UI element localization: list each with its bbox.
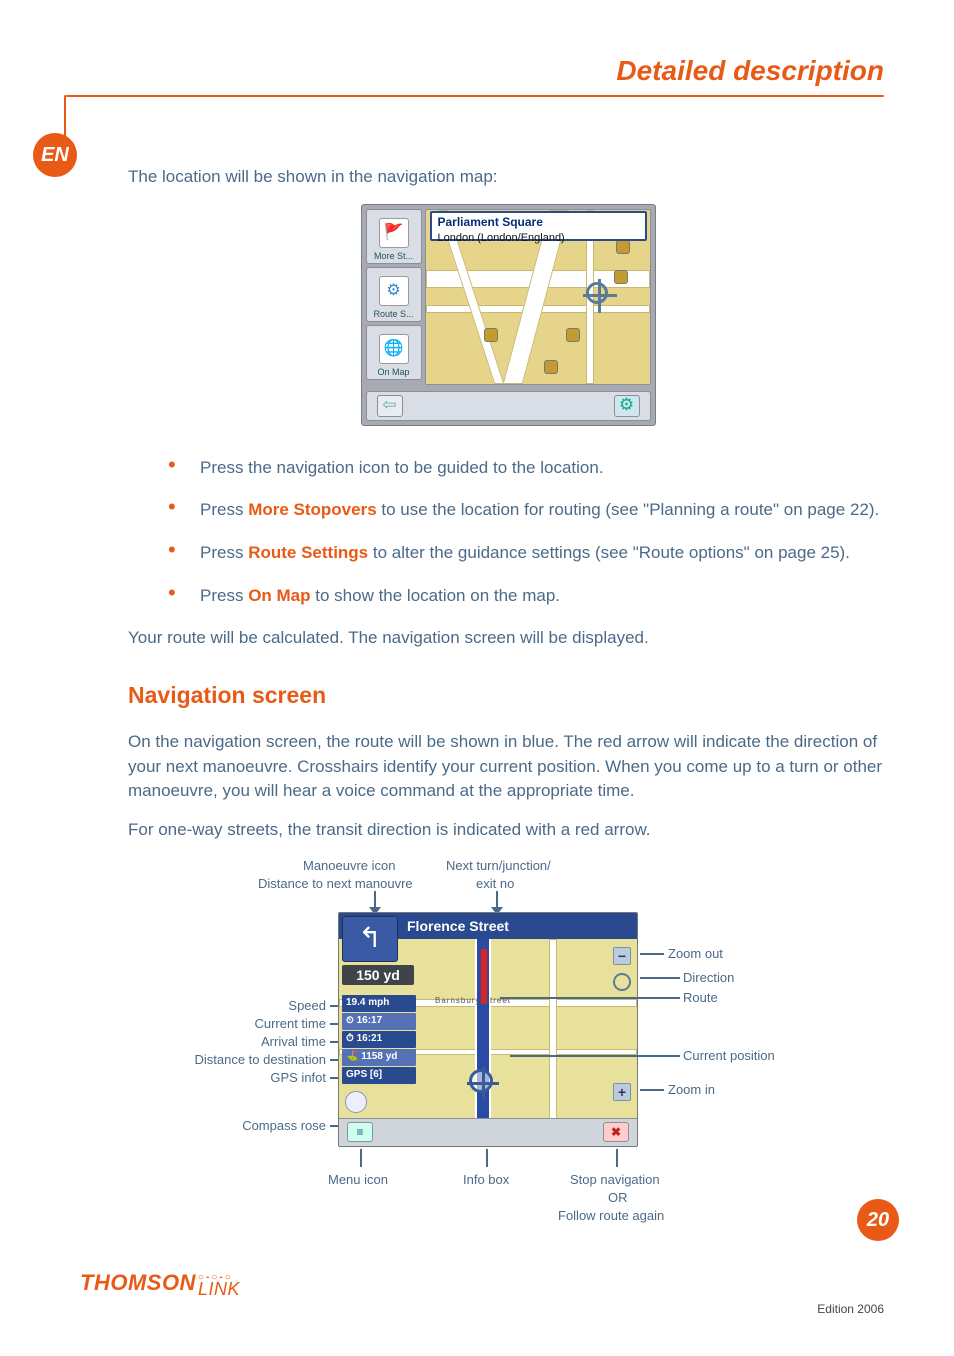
brand-main: THOMSON [80, 1270, 196, 1296]
instruction-list: Press the navigation icon to be guided t… [168, 456, 888, 609]
distance-to-next: 150 yd [342, 965, 414, 985]
menu-icon: ≡ [356, 1124, 363, 1141]
callout-zoom-out: Zoom out [668, 945, 723, 964]
callout-zoom-in: Zoom in [668, 1081, 715, 1100]
list-text: Press [200, 500, 248, 519]
turn-left-icon: ↰ [358, 918, 381, 959]
address-subtitle: London (London/England) [438, 231, 639, 247]
crosshair-icon [586, 282, 608, 304]
top-street-text: Florence Street [407, 916, 509, 936]
plus-icon: + [618, 1082, 626, 1102]
language-badge: EN [33, 133, 77, 177]
nav-para-2: For one-way streets, the transit directi… [128, 818, 888, 843]
after-bullets-paragraph: Your route will be calculated. The navig… [128, 626, 888, 651]
list-item: Press More Stopovers to use the location… [168, 498, 888, 523]
info-gps: GPS [6] [342, 1067, 416, 1084]
list-item: Press On Map to show the location on the… [168, 584, 888, 609]
globe-icon: 🌐 [379, 334, 409, 364]
info-distance-dest: ⛳ 1158 yd [342, 1049, 416, 1066]
callout-menu-icon: Menu icon [328, 1171, 388, 1190]
list-text: Press [200, 586, 248, 605]
close-icon: ✖ [611, 1124, 621, 1141]
header-rule [66, 95, 884, 97]
minus-icon: − [618, 946, 626, 966]
current-position-crosshair-icon [469, 1069, 493, 1093]
device-map-screenshot: 🚩 More St... ⚙ Route S... 🌐 On Map Parliame… [361, 204, 656, 426]
list-item: Press the navigation icon to be guided t… [168, 456, 888, 481]
brand-logo: THOMSON ○-○-○ LINK [80, 1270, 240, 1296]
zoom-in-button[interactable]: + [613, 1083, 631, 1101]
manoeuvre-icon: ↰ [342, 916, 398, 962]
list-item: Press Route Settings to alter the guidan… [168, 541, 888, 566]
callout-direction: Direction [683, 969, 734, 988]
back-button[interactable]: ⇦ [377, 395, 403, 417]
callout-gps-info: GPS infot [261, 1069, 326, 1088]
poi-icon [614, 270, 628, 284]
list-text: Press [200, 543, 248, 562]
poi-icon [544, 360, 558, 374]
address-title: Parliament Square [438, 214, 639, 231]
poi-icon [566, 328, 580, 342]
tile-label: More St... [374, 250, 413, 263]
list-emphasis: Route Settings [248, 543, 368, 562]
tile-label: Route S... [373, 308, 413, 321]
options-button[interactable]: ⚙ [614, 395, 640, 417]
gear-flag-icon: ⚙ [379, 276, 409, 306]
list-emphasis: More Stopovers [248, 500, 376, 519]
callout-route: Route [683, 989, 718, 1008]
callout-current-time: Current time [231, 1015, 326, 1034]
list-emphasis: On Map [248, 586, 310, 605]
info-arrival-time: ⏱ 16:21 [342, 1031, 416, 1048]
menu-button[interactable]: ≡ [347, 1122, 373, 1142]
zoom-out-button[interactable]: − [613, 947, 631, 965]
callout-current-position: Current position [683, 1047, 775, 1066]
info-current-time: ⏲ 16:17 [342, 1013, 416, 1030]
intro-paragraph: The location will be shown in the naviga… [128, 165, 888, 190]
tile-more-stopovers[interactable]: 🚩 More St... [366, 209, 422, 264]
gear-icon: ⚙ [619, 393, 634, 418]
callout-follow-route: Follow route again [558, 1207, 664, 1226]
callout-speed: Speed [278, 997, 326, 1016]
navigation-screenshot: Barnsbury Street Florence Street ↰ 150 y… [338, 912, 638, 1147]
list-text: to show the location on the map. [311, 586, 561, 605]
callout-stop-nav: Stop navigation [570, 1171, 660, 1190]
flag-icon: 🚩 [379, 218, 409, 248]
nav-para-1: On the navigation screen, the route will… [128, 730, 888, 804]
callout-or: OR [608, 1189, 628, 1208]
callout-arrival-time: Arrival time [243, 1033, 326, 1052]
callout-distance-to-dest: Distance to destination [173, 1051, 326, 1070]
tile-on-map[interactable]: 🌐 On Map [366, 325, 422, 380]
edition-text: Edition 2006 [817, 1302, 884, 1316]
list-text: Press the navigation icon to be guided t… [200, 458, 604, 477]
info-speed: 19.4 mph [342, 995, 416, 1012]
side-info-panel: 19.4 mph ⏲ 16:17 ⏱ 16:21 ⛳ 1158 yd GPS [… [342, 995, 416, 1085]
callout-compass-rose: Compass rose [221, 1117, 326, 1136]
page-number-badge: 20 [857, 1199, 899, 1241]
callout-distance-next: Distance to next manouvre [258, 875, 413, 894]
subheading-navigation-screen: Navigation screen [128, 679, 888, 712]
address-box: Parliament Square London (London/England… [430, 211, 647, 241]
list-text: to alter the guidance settings (see "Rou… [368, 543, 850, 562]
direction-icon [613, 973, 631, 991]
callout-next-turn: Next turn/junction/ [446, 857, 551, 876]
stop-navigation-button[interactable]: ✖ [603, 1122, 629, 1142]
list-text: to use the location for routing (see "Pl… [377, 500, 880, 519]
tile-route-settings[interactable]: ⚙ Route S... [366, 267, 422, 322]
callout-manoeuvre-icon: Manoeuvre icon [303, 857, 396, 876]
poi-icon [484, 328, 498, 342]
compass-rose-icon [345, 1091, 367, 1113]
brand-sub: LINK [198, 1282, 240, 1296]
arrow-left-icon: ⇦ [382, 393, 396, 418]
tile-label: On Map [377, 366, 409, 379]
section-header: Detailed description [616, 55, 884, 87]
nav-diagram: Manoeuvre icon Distance to next manouvre… [128, 857, 888, 1257]
callout-info-box: Info box [463, 1171, 509, 1190]
